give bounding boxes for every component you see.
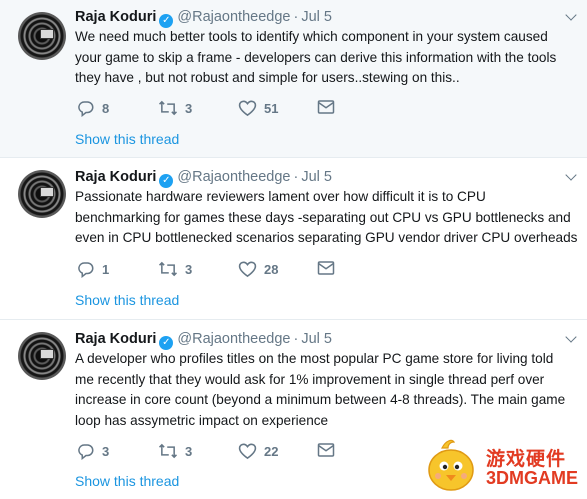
like-icon [238,261,257,278]
reply-icon [78,444,94,460]
tweet-actions: 3 3 22 [77,442,357,462]
message-icon [317,100,335,114]
author-handle[interactable]: @Rajaontheedge [177,9,290,25]
separator-dot: · [293,169,299,185]
tweet-header: Raja Koduri ✓ @Rajaontheedge · Jul 5 [75,331,332,350]
avatar[interactable] [18,12,66,60]
tweet-text-line: me recently that they would ask for 1% i… [75,371,545,387]
verified-icon: ✓ [159,14,174,28]
like-icon [238,100,257,117]
message-button[interactable] [317,99,335,115]
tweet-text-line: Passionate hardware reviewers lament ove… [75,189,486,204]
retweet-button[interactable]: 3 [158,260,192,278]
show-thread-link[interactable]: Show this thread [75,131,179,147]
show-thread-link[interactable]: Show this thread [75,473,179,489]
show-thread-link[interactable]: Show this thread [75,292,179,308]
tweet-text-line: increase in core count (beyond a minimum… [75,392,566,407]
reply-button[interactable]: 8 [77,99,109,117]
tweet[interactable]: Raja Koduri ✓ @Rajaontheedge · Jul 5 We need… [0,0,587,158]
retweet-count: 3 [185,100,193,116]
message-icon [317,443,335,457]
avatar[interactable] [18,332,66,380]
reply-count: 1 [102,261,110,277]
timestamp[interactable]: Jul 5 [301,9,332,25]
tweet-actions: 1 3 28 [77,260,357,280]
message-button[interactable] [317,442,335,458]
separator-dot: · [293,9,299,25]
like-count: 28 [264,261,279,277]
tweet-actions: 8 3 51 [77,99,357,119]
retweet-count: 3 [185,261,193,277]
retweet-icon [158,100,178,116]
like-button[interactable]: 51 [238,99,278,117]
watermark-cn-text: 游戏硬件 [486,448,567,470]
author-name[interactable]: Raja Koduri [75,169,156,185]
tweet-header: Raja Koduri ✓ @Rajaontheedge · Jul 5 [75,169,332,188]
reply-icon [78,262,94,278]
reply-button[interactable]: 1 [77,260,109,278]
tweet-text: A developer who profiles titles on the m… [75,349,580,431]
retweet-count: 3 [185,443,193,459]
tweet-header: Raja Koduri ✓ @Rajaontheedge · Jul 5 [75,9,332,28]
timestamp[interactable]: Jul 5 [301,331,332,347]
reply-count: 3 [102,443,110,459]
retweet-icon [158,261,178,277]
tweet-text-line: We need much better tools to identify wh… [75,29,548,44]
tweet-text-line: even in CPU bottlenecked scenarios separ… [75,230,578,245]
watermark-logo: 游戏硬件 3DMGAME [420,436,584,496]
retweet-button[interactable]: 3 [158,442,192,460]
verified-icon: ✓ [159,336,174,350]
chevron-down-icon[interactable] [565,9,577,21]
like-button[interactable]: 22 [238,442,278,460]
author-handle[interactable]: @Rajaontheedge [177,331,290,347]
tweet-text-line: loop has assymetric impact on experience [75,412,329,428]
tweet-text-line: A developer who profiles titles on the m… [75,351,554,366]
reply-icon [78,101,94,117]
tweet-text-line: benchmarking for games these days -separ… [75,209,571,225]
verified-icon: ✓ [159,174,174,188]
chevron-down-icon[interactable] [565,169,577,181]
message-icon [317,261,335,275]
author-name[interactable]: Raja Koduri [75,331,156,347]
like-count: 22 [264,443,279,459]
timestamp[interactable]: Jul 5 [301,169,332,185]
message-button[interactable] [317,260,335,276]
retweet-button[interactable]: 3 [158,99,192,117]
tweet-text: Passionate hardware reviewers lament ove… [75,187,580,249]
tweet-text-line: they have , but not robust and simple fo… [75,70,460,85]
tweet-text-line: your game to skip a frame - developers c… [75,49,557,65]
like-icon [238,443,257,460]
watermark-en-text: 3DMGAME [486,468,579,488]
like-count: 51 [264,100,279,116]
chick-mascot-icon [428,439,474,491]
avatar[interactable] [18,170,66,218]
reply-count: 8 [102,100,110,116]
author-name[interactable]: Raja Koduri [75,9,156,25]
retweet-icon [158,443,178,459]
separator-dot: · [293,331,299,347]
tweet[interactable]: Raja Koduri ✓ @Rajaontheedge · Jul 5 Passion… [0,158,587,320]
tweet-text: We need much better tools to identify wh… [75,27,580,89]
author-handle[interactable]: @Rajaontheedge [177,169,290,185]
chevron-down-icon[interactable] [565,331,577,343]
like-button[interactable]: 28 [238,260,278,278]
reply-button[interactable]: 3 [77,442,109,460]
